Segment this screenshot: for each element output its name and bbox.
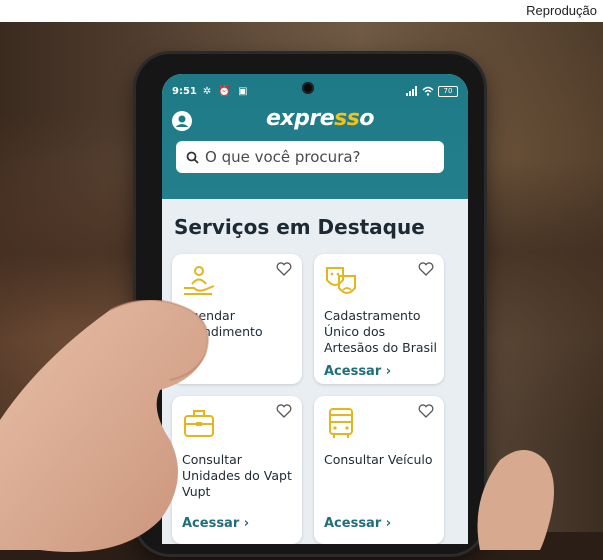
- card-label: Cadastramento Único dos Artesãos do Bras…: [324, 308, 437, 355]
- app-header: 9:51 ✲ ⏰ ▣ 70 expresso O que você procur…: [162, 74, 468, 199]
- photo-credit: Reprodução: [0, 0, 603, 22]
- front-camera: [302, 82, 314, 94]
- logo-text-accent: ss: [334, 106, 360, 131]
- status-time: 9:51: [172, 85, 197, 97]
- section-title: Serviços em Destaque: [174, 215, 425, 239]
- hand-person-icon: [184, 266, 215, 295]
- bus-icon: [329, 408, 353, 438]
- logo-text-end: o: [359, 106, 374, 131]
- header-row: expresso: [162, 106, 468, 136]
- heart-icon[interactable]: [276, 262, 292, 276]
- wifi-icon: [422, 86, 434, 96]
- status-bar: 9:51 ✲ ⏰ ▣ 70: [172, 82, 458, 100]
- signal-icon: [406, 86, 417, 96]
- status-right-icons: 70: [406, 85, 458, 97]
- pointing-hand: [0, 300, 209, 552]
- logo-text-main: expre: [266, 106, 335, 131]
- holding-thumb: [477, 450, 554, 550]
- access-link[interactable]: Acessar ›: [324, 364, 391, 379]
- profile-icon: [175, 115, 189, 127]
- status-left-icons: ✲ ⏰ ▣: [202, 85, 250, 97]
- heart-icon[interactable]: [418, 404, 434, 418]
- search-bar[interactable]: O que você procura?: [176, 141, 444, 173]
- search-icon: [186, 151, 199, 164]
- service-card-veiculo[interactable]: Consultar Veículo Acessar ›: [314, 396, 444, 544]
- service-card-cadastramento[interactable]: Cadastramento Único dos Artesãos do Bras…: [314, 254, 444, 384]
- theater-masks-icon: [326, 267, 356, 294]
- battery-icon: 70: [438, 85, 458, 97]
- access-link[interactable]: Acessar ›: [324, 516, 391, 531]
- profile-button[interactable]: [172, 111, 192, 131]
- heart-icon[interactable]: [418, 262, 434, 276]
- search-placeholder: O que você procura?: [205, 148, 361, 166]
- card-label: Consultar Veículo: [324, 452, 433, 467]
- expresso-logo: expresso: [266, 106, 374, 131]
